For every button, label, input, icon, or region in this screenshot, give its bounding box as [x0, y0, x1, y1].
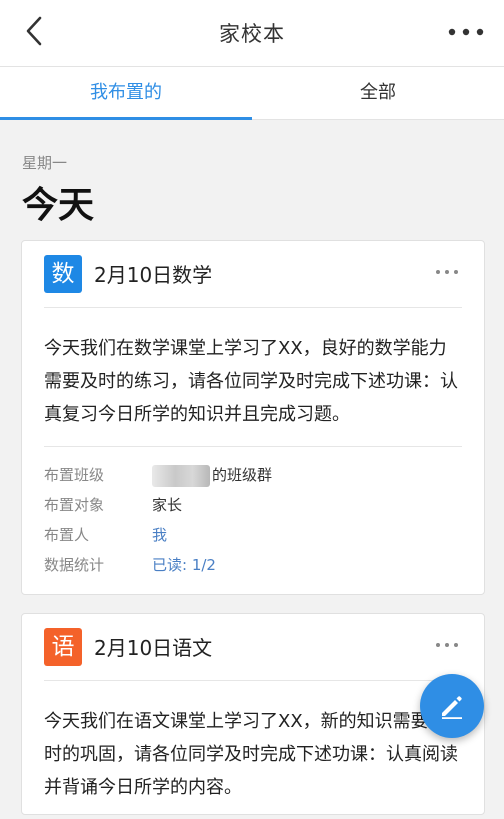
meta-value: 的班级群: [152, 460, 272, 490]
tab-my-assigned[interactable]: 我布置的: [0, 67, 252, 120]
more-button[interactable]: [446, 22, 486, 42]
tab-my-assigned-label: 我布置的: [90, 82, 162, 103]
day-heading: 今天: [22, 185, 95, 226]
redacted-class-name: [152, 464, 210, 487]
weekday-label: 星期一: [22, 154, 68, 172]
subject-badge-chinese: 语: [44, 628, 82, 666]
nav-bar: 家校本: [0, 0, 504, 67]
tab-bar: 我布置的 全部: [0, 67, 504, 120]
meta-value: 家长: [152, 496, 183, 514]
class-group-name: 的班级群: [212, 466, 273, 484]
meta-row-stats: 数据统计 已读: 1/2: [44, 550, 462, 580]
card-header: 语 2月10日语文: [44, 614, 462, 681]
card-body-text: 今天我们在语文课堂上学习了XX，新的知识需要及时的巩固，请各位同学及时完成下述功…: [44, 711, 458, 798]
meta-label: 布置人: [44, 526, 90, 544]
read-stats-link[interactable]: 已读: 1/2: [152, 550, 216, 580]
meta-row-class: 布置班级 的班级群: [44, 460, 462, 490]
card-body-text: 今天我们在数学课堂上学习了XX，良好的数学能力需要及时的练习，请各位同学及时完成…: [44, 308, 462, 447]
homework-card-math[interactable]: 数 2月10日数学 今天我们在数学课堂上学习了XX，良好的数学能力需要及时的练习…: [21, 240, 485, 595]
meta-row-assigner: 布置人 我: [44, 520, 462, 550]
meta-label: 布置班级: [44, 466, 105, 484]
card-header: 数 2月10日数学: [44, 241, 462, 308]
card-meta: 布置班级 的班级群 布置对象 家长 布置人 我 数据统计 已读: 1/2: [44, 447, 462, 594]
assigner-link[interactable]: 我: [152, 520, 167, 550]
pencil-icon: [442, 696, 462, 719]
homework-card-chinese[interactable]: 语 2月10日语文 今天我们在语文课堂上学习了XX，新的知识需要及时的巩固，请各…: [21, 613, 485, 815]
card-title: 2月10日数学: [94, 263, 213, 287]
page-title: 家校本: [219, 22, 285, 46]
subject-badge-math: 数: [44, 255, 82, 293]
meta-label: 数据统计: [44, 556, 105, 574]
more-dots-icon: [448, 28, 484, 36]
more-dots-icon: [436, 643, 458, 647]
card-more-button[interactable]: [434, 263, 460, 275]
compose-fab-button[interactable]: [420, 674, 484, 738]
card-title: 2月10日语文: [94, 636, 213, 660]
active-tab-indicator: [0, 117, 252, 120]
meta-label: 布置对象: [44, 496, 105, 514]
tab-all[interactable]: 全部: [252, 67, 504, 119]
tab-all-label: 全部: [360, 82, 396, 103]
meta-row-target: 布置对象 家长: [44, 490, 462, 520]
more-dots-icon: [436, 270, 458, 274]
card-more-button[interactable]: [434, 636, 460, 648]
